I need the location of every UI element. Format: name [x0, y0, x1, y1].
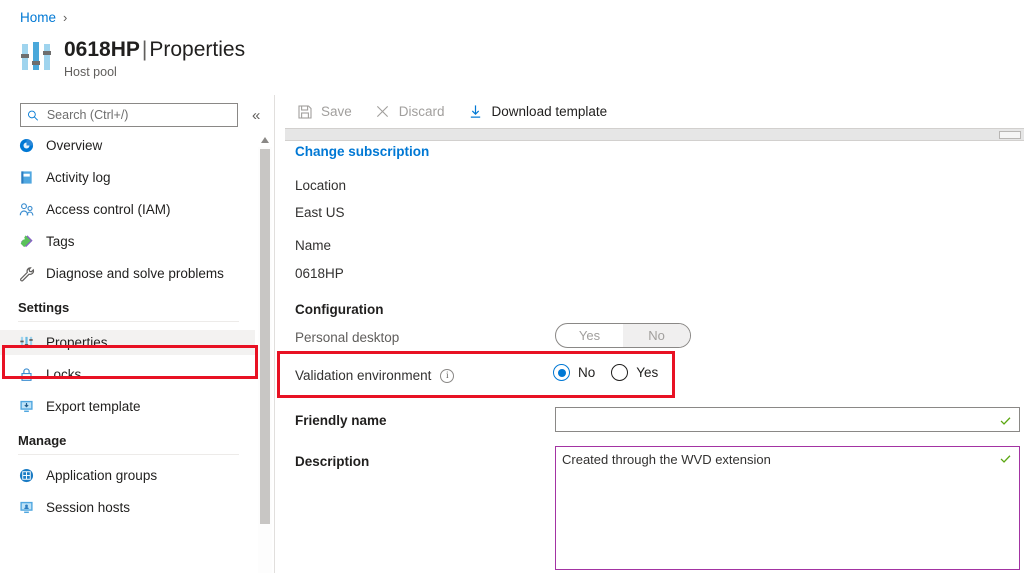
search-box[interactable] [20, 103, 238, 127]
tag-icon [18, 233, 35, 250]
sidebar-item-access-control[interactable]: Access control (IAM) [0, 197, 255, 222]
sidebar-item-label: Application groups [46, 468, 157, 483]
personal-desktop-option-yes: Yes [556, 324, 623, 347]
resource-name: 0618HP [64, 38, 140, 61]
location-label: Location [295, 178, 346, 193]
activity-log-icon [18, 169, 35, 186]
command-bar: Save Discard Download template [296, 103, 607, 120]
save-button[interactable]: Save [296, 103, 352, 120]
sidebar-divider [18, 321, 239, 322]
sidebar-item-label: Tags [46, 234, 75, 249]
close-x-icon [374, 103, 391, 120]
page-title: 0618HP|Properties [64, 36, 245, 63]
sidebar-item-label: Diagnose and solve problems [46, 266, 224, 281]
download-arrow-icon [467, 103, 484, 120]
sidebar-nav: Overview Activity log Access control (IA… [0, 133, 255, 573]
validation-environment-option-yes[interactable]: Yes [611, 364, 658, 381]
sidebar-item-label: Overview [46, 138, 102, 153]
sidebar-item-diagnose[interactable]: Diagnose and solve problems [0, 261, 255, 286]
sidebar-item-overview[interactable]: Overview [0, 133, 255, 158]
sidebar-item-application-groups[interactable]: Application groups [0, 463, 255, 488]
sidebar-item-activity-log[interactable]: Activity log [0, 165, 255, 190]
session-host-monitor-icon [18, 499, 35, 516]
sidebar-search-row: « [20, 103, 260, 127]
sidebar-divider [18, 454, 239, 455]
breadcrumb-separator-icon: › [63, 10, 67, 25]
search-icon [27, 109, 39, 122]
sidebar-scrollbar[interactable] [258, 133, 272, 573]
access-control-people-icon [18, 201, 35, 218]
validation-environment-option-no[interactable]: No [553, 364, 595, 381]
blade-header: 0618HP|Properties Host pool [20, 36, 245, 79]
radio-selected-icon [553, 364, 570, 381]
sidebar-item-tags[interactable]: Tags [0, 229, 255, 254]
app-groups-grid-icon [18, 467, 35, 484]
sidebar-group-settings: Settings [0, 300, 255, 315]
sidebar-scrollbar-thumb[interactable] [260, 149, 270, 524]
properties-form: Change subscription Location East US Nam… [285, 141, 1024, 573]
discard-button[interactable]: Discard [374, 103, 445, 120]
friendly-name-label: Friendly name [295, 413, 387, 428]
description-textarea[interactable]: Created through the WVD extension [555, 446, 1020, 570]
content-horizontal-scrollbar[interactable] [285, 128, 1024, 141]
save-disk-icon [296, 103, 313, 120]
validation-environment-radio-group: No Yes [553, 364, 658, 381]
nav-content-divider [274, 95, 275, 573]
sidebar-group-manage: Manage [0, 433, 255, 448]
content-horizontal-scrollbar-thumb[interactable] [999, 131, 1021, 139]
description-label: Description [295, 454, 369, 469]
breadcrumb-home[interactable]: Home [20, 10, 56, 25]
overview-circle-icon [18, 137, 35, 154]
info-icon[interactable]: i [440, 369, 454, 383]
name-label: Name [295, 238, 331, 253]
personal-desktop-toggle: Yes No [555, 323, 691, 348]
sidebar-item-label: Export template [46, 399, 141, 414]
personal-desktop-option-no: No [623, 324, 690, 347]
radio-unselected-icon [611, 364, 628, 381]
sidebar-item-label: Locks [46, 367, 81, 382]
wrench-icon [18, 265, 35, 282]
radio-label: No [578, 365, 595, 380]
page-section-name: Properties [149, 38, 245, 61]
sidebar-item-properties[interactable]: Properties [0, 330, 255, 355]
breadcrumb: Home › [20, 10, 67, 25]
sidebar-item-label: Access control (IAM) [46, 202, 171, 217]
valid-check-icon [997, 451, 1013, 465]
azure-portal-blade: Home › 0618HP|Properties Host pool [0, 0, 1024, 573]
download-template-label: Download template [492, 104, 608, 119]
personal-desktop-label: Personal desktop [295, 330, 399, 345]
sidebar-item-export-template[interactable]: Export template [0, 394, 255, 419]
change-subscription-link[interactable]: Change subscription [295, 144, 429, 159]
sidebar-item-label: Activity log [46, 170, 111, 185]
name-value: 0618HP [295, 266, 344, 281]
sidebar-item-session-hosts[interactable]: Session hosts [0, 495, 255, 520]
location-value: East US [295, 205, 345, 220]
export-template-icon [18, 398, 35, 415]
download-template-button[interactable]: Download template [467, 103, 608, 120]
sidebar-nav-list: Overview Activity log Access control (IA… [0, 133, 255, 520]
scroll-up-arrow-icon[interactable] [258, 133, 272, 147]
validation-environment-label: Validation environment [295, 368, 431, 383]
lock-icon [18, 366, 35, 383]
resource-type-subtitle: Host pool [64, 65, 245, 79]
validation-environment-label-row: Validation environment i [295, 368, 454, 383]
discard-label: Discard [399, 104, 445, 119]
valid-check-icon [997, 413, 1013, 427]
host-pool-sliders-icon [20, 40, 52, 74]
sidebar-item-label: Session hosts [46, 500, 130, 515]
save-label: Save [321, 104, 352, 119]
title-separator: | [140, 38, 149, 61]
sidebar-item-locks[interactable]: Locks [0, 362, 255, 387]
search-input[interactable] [45, 107, 231, 123]
properties-sliders-icon [18, 334, 35, 351]
sidebar-item-label: Properties [46, 335, 108, 350]
collapse-sidebar-button[interactable]: « [252, 108, 260, 123]
configuration-header: Configuration [295, 302, 383, 317]
description-value: Created through the WVD extension [562, 451, 997, 469]
friendly-name-input[interactable] [555, 407, 1020, 432]
radio-label: Yes [636, 365, 658, 380]
